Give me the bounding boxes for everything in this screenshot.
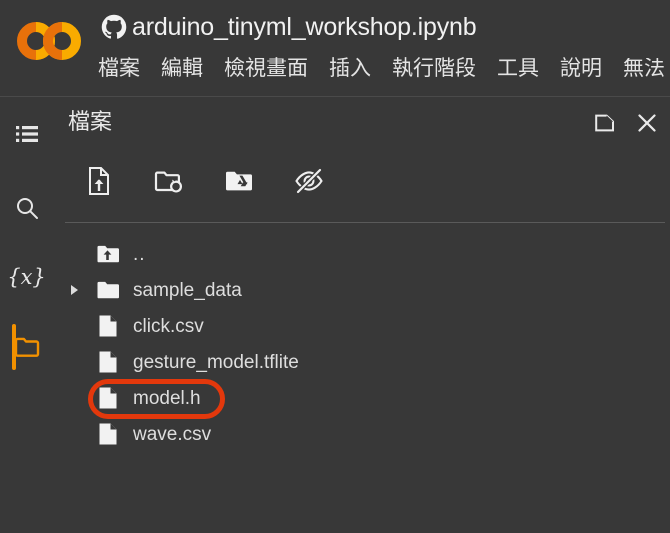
file-row-label: wave.csv (133, 423, 212, 445)
mount-google-drive-button[interactable] (223, 164, 255, 198)
toggle-hidden-files-button[interactable] (293, 164, 325, 198)
file-row-wave-csv[interactable]: wave.csv (53, 416, 670, 452)
upload-file-icon (89, 167, 109, 195)
file-icon (95, 313, 121, 339)
files-panel-actions (592, 110, 660, 136)
colab-logo[interactable] (16, 16, 82, 66)
list-icon (15, 126, 38, 142)
menu-tools[interactable]: 工具 (497, 58, 539, 79)
folder-icon (95, 277, 121, 303)
menu-status-truncated[interactable]: 無法 (623, 58, 665, 79)
menu-runtime[interactable]: 執行階段 (392, 58, 476, 79)
menu-file[interactable]: 檔案 (98, 58, 140, 79)
files-panel-title: 檔案 (68, 109, 113, 134)
left-rail: {x} (0, 98, 53, 533)
file-list: .. sample_data click.csv gesture_model.t… (53, 236, 670, 452)
file-row-label: click.csv (133, 315, 204, 337)
file-icon (95, 385, 121, 411)
file-row-parent[interactable]: .. (53, 236, 670, 272)
file-row-label: model.h (133, 387, 201, 409)
file-row-model-h[interactable]: model.h (53, 380, 670, 416)
menu-bar: 檔案 編輯 檢視畫面 插入 執行階段 工具 說明 無法 (98, 50, 665, 86)
open-in-new-window-button[interactable] (592, 110, 618, 136)
rail-toggle-sidebar[interactable] (0, 111, 53, 157)
refresh-files-button[interactable] (153, 164, 185, 198)
files-panel-header: 檔案 (53, 98, 670, 156)
file-row-label: .. (133, 243, 146, 265)
files-toolbar (83, 164, 325, 198)
upload-to-session-storage-button[interactable] (83, 164, 115, 198)
file-row-label: gesture_model.tflite (133, 351, 299, 373)
new-window-icon (595, 114, 614, 132)
refresh-folder-icon (154, 171, 182, 193)
toolbar-divider (65, 222, 665, 223)
file-row-label: sample_data (133, 279, 242, 301)
close-panel-button[interactable] (634, 110, 660, 136)
variables-icon: {x} (7, 264, 46, 289)
file-icon (95, 421, 121, 447)
folder-up-icon (95, 241, 121, 267)
search-icon (16, 198, 38, 219)
chevron-right-icon[interactable] (68, 283, 82, 297)
menu-edit[interactable]: 編輯 (161, 58, 203, 79)
file-row-sample-data[interactable]: sample_data (53, 272, 670, 308)
menu-view[interactable]: 檢視畫面 (224, 58, 308, 79)
close-icon (638, 114, 656, 132)
rail-files[interactable] (0, 324, 53, 370)
folder-icon (14, 337, 39, 357)
rail-search[interactable] (0, 185, 53, 231)
rail-variables[interactable]: {x} (0, 254, 53, 300)
document-title-row[interactable]: arduino_tinyml_workshop.ipynb (100, 6, 477, 48)
eye-off-icon (295, 168, 323, 194)
file-icon (95, 349, 121, 375)
menu-help[interactable]: 說明 (560, 58, 602, 79)
mount-drive-icon (226, 171, 252, 191)
top-bar: arduino_tinyml_workshop.ipynb 檔案 編輯 檢視畫面… (0, 0, 670, 97)
document-title: arduino_tinyml_workshop.ipynb (132, 12, 477, 41)
files-panel: 檔案 .. sample_data click.csv gesture_mode… (53, 98, 670, 533)
github-icon (101, 14, 127, 39)
file-row-click-csv[interactable]: click.csv (53, 308, 670, 344)
file-row-gesture-model-tflite[interactable]: gesture_model.tflite (53, 344, 670, 380)
menu-insert[interactable]: 插入 (329, 58, 371, 79)
